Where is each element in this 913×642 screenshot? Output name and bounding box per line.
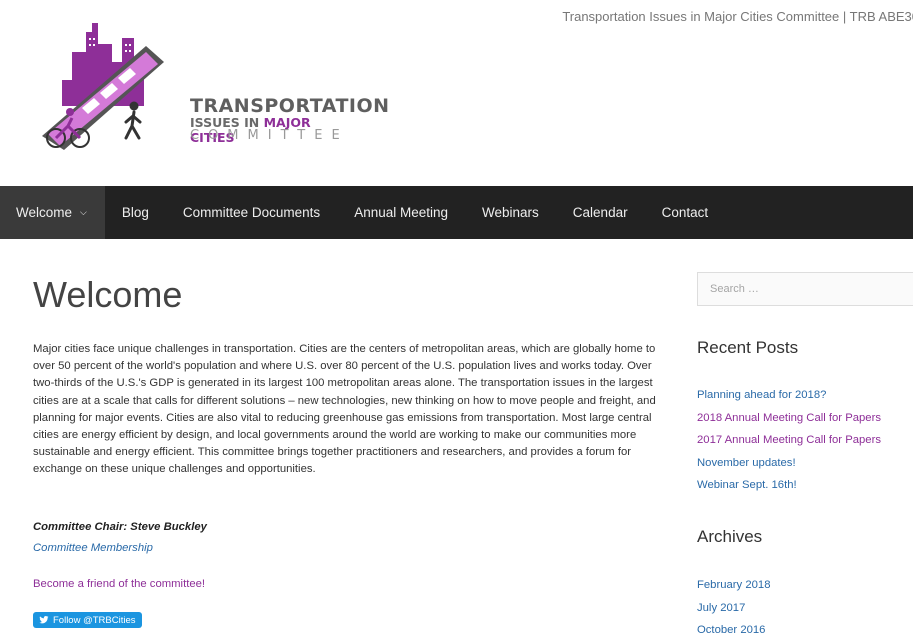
logo-graphic [42, 23, 164, 150]
archives-title: Archives [697, 527, 763, 546]
nav-item-welcome[interactable]: Welcome ⌵ [0, 186, 105, 239]
archive-link[interactable]: July 2017 [697, 597, 770, 620]
twitter-bird-icon [39, 616, 49, 624]
page-title: Welcome [33, 274, 183, 315]
nav-item-label: Contact [661, 205, 709, 220]
nav-item-contact[interactable]: Contact [645, 186, 726, 239]
intro-paragraph: Major cities face unique challenges in t… [33, 343, 656, 476]
logo-committee: COMMITTEE [190, 128, 349, 143]
nav-item-blog[interactable]: Blog [105, 186, 166, 239]
committee-chair: Committee Chair: Steve Buckley [33, 521, 207, 533]
nav-item-committee-documents[interactable]: Committee Documents [166, 186, 337, 239]
archive-link[interactable]: February 2018 [697, 574, 770, 597]
search-input[interactable] [697, 272, 913, 306]
nav-item-label: Welcome [16, 205, 73, 220]
nav-item-label: Webinars [482, 205, 539, 220]
recent-post-link[interactable]: November updates! [697, 452, 881, 475]
nav-item-webinars[interactable]: Webinars [465, 186, 556, 239]
chevron-down-icon: ⌵ [80, 207, 87, 217]
nav-item-annual-meeting[interactable]: Annual Meeting [337, 186, 465, 239]
main-navigation: Welcome ⌵ Blog Committee Documents Annua… [0, 186, 913, 239]
twitter-follow-button[interactable]: Follow @TRBCities [33, 612, 142, 628]
recent-posts-title: Recent Posts [697, 338, 799, 357]
site-tagline: Transportation Issues in Major Cities Co… [562, 9, 913, 24]
recent-posts-list: Planning ahead for 2018? 2018 Annual Mee… [697, 384, 881, 497]
archives-list: February 2018 July 2017 October 2016 [697, 574, 770, 642]
recent-post-link[interactable]: Planning ahead for 2018? [697, 384, 881, 407]
nav-item-label: Blog [121, 205, 149, 220]
committee-membership-link[interactable]: Committee Membership [33, 542, 153, 554]
twitter-follow-label: Follow @TRBCities [53, 614, 136, 626]
recent-post-link[interactable]: Webinar Sept. 16th! [697, 474, 881, 497]
recent-post-link[interactable]: 2018 Annual Meeting Call for Papers [697, 407, 881, 430]
site-logo[interactable]: TRANSPORTATION ISSUES IN MAJOR CITIES CO… [42, 18, 389, 150]
recent-post-link[interactable]: 2017 Annual Meeting Call for Papers [697, 429, 881, 452]
nav-item-label: Calendar [572, 205, 628, 220]
nav-item-calendar[interactable]: Calendar [556, 186, 645, 239]
nav-item-label: Annual Meeting [354, 205, 449, 220]
archive-link[interactable]: October 2016 [697, 619, 770, 642]
nav-item-label: Committee Documents [182, 205, 321, 220]
become-friend-link[interactable]: Become a friend of the committee! [33, 578, 205, 590]
logo-title: TRANSPORTATION [190, 95, 390, 117]
